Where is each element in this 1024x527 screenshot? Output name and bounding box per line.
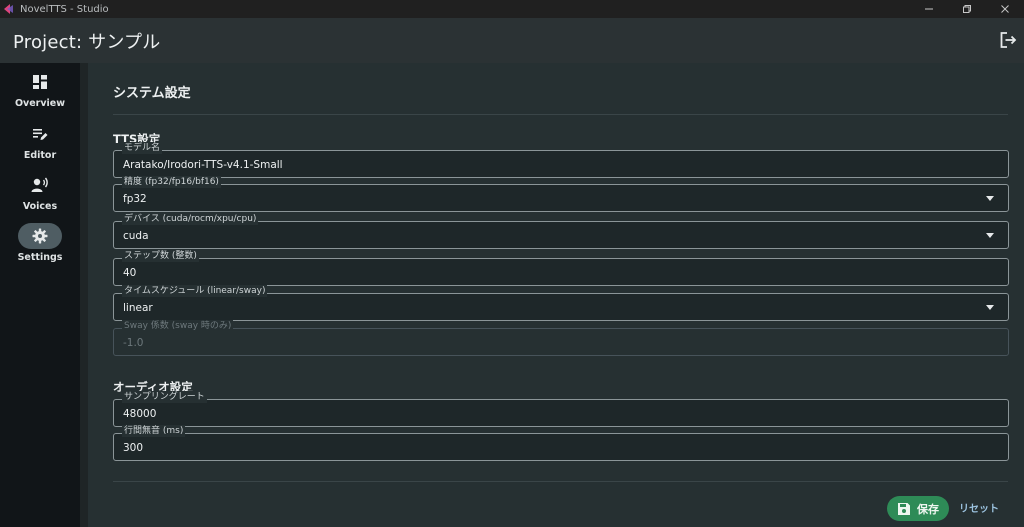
sidebar-icon-wrap [18, 121, 62, 147]
sidebar-item-label: Settings [17, 252, 63, 263]
logout-icon[interactable] [998, 30, 1018, 50]
field-value: cuda [123, 230, 149, 242]
floppy-save-icon [898, 502, 910, 515]
field-label: サンプリングレート [122, 391, 207, 403]
window-controls [910, 0, 1024, 18]
divider [113, 114, 1008, 115]
time-schedule-select[interactable]: タイムスケジュール (linear/sway) linear [113, 285, 1009, 321]
sidebar-item-settings[interactable]: Settings [0, 223, 80, 273]
field-label: Sway 係数 (sway 時のみ) [122, 320, 234, 332]
close-icon[interactable] [986, 0, 1024, 18]
sidebar-item-voices[interactable]: Voices [0, 172, 80, 222]
dashboard-icon [33, 75, 47, 89]
edit-list-icon [33, 129, 48, 140]
field-value: -1.0 [123, 337, 144, 349]
window-title: NovelTTS - Studio [20, 3, 109, 15]
app-logo-icon [4, 4, 13, 14]
field-value: 40 [123, 267, 137, 279]
save-button-label: 保存 [917, 502, 939, 516]
project-title: Project: サンプル [13, 31, 161, 53]
caret-down-icon [986, 196, 994, 201]
field-value: linear [123, 302, 153, 314]
sidebar-icon-wrap [18, 69, 62, 95]
sidebar-item-label: Editor [23, 150, 57, 161]
sidebar-icon-wrap [18, 172, 62, 198]
line-silence-field[interactable]: 行間無音 (ms) 300 [113, 425, 1009, 461]
minimize-icon[interactable] [910, 0, 948, 18]
restore-icon[interactable] [948, 0, 986, 18]
app-header: Project: サンプル [0, 18, 1024, 63]
reset-button[interactable]: リセット [959, 500, 999, 515]
sidebar-item-label: Overview [14, 98, 66, 109]
sway-coefficient-field: Sway 係数 (sway 時のみ) -1.0 [113, 320, 1009, 356]
sidebar-item-editor[interactable]: Editor [0, 121, 80, 171]
caret-down-icon [986, 233, 994, 238]
field-value: fp32 [123, 193, 147, 205]
voice-person-icon [31, 177, 48, 192]
sidebar: Overview Editor Voices Settings [0, 63, 80, 527]
gear-icon [32, 228, 48, 244]
precision-select[interactable]: 精度 (fp32/fp16/bf16) fp32 [113, 176, 1009, 212]
field-label: ステップ数 (整数) [122, 250, 199, 262]
steps-field[interactable]: ステップ数 (整数) 40 [113, 250, 1009, 286]
sidebar-item-label: Voices [22, 201, 58, 212]
field-label: モデル名 [122, 142, 163, 154]
page-title: システム設定 [113, 86, 191, 101]
field-label: タイムスケジュール (linear/sway) [122, 285, 268, 297]
settings-panel: システム設定 TTS設定 モデル名 Aratako/Irodori-TTS-v4… [88, 63, 1024, 527]
field-label: 行間無音 (ms) [122, 425, 186, 437]
field-value: 48000 [123, 408, 157, 420]
divider [113, 481, 1008, 482]
sampling-rate-field[interactable]: サンプリングレート 48000 [113, 391, 1009, 427]
sidebar-item-overview[interactable]: Overview [0, 69, 80, 119]
window-titlebar: NovelTTS - Studio [0, 0, 1024, 18]
device-select[interactable]: デバイス (cuda/rocm/xpu/cpu) cuda [113, 213, 1009, 249]
field-value: Aratako/Irodori-TTS-v4.1-Small [123, 159, 283, 171]
field-value: 300 [123, 442, 144, 454]
field-label: デバイス (cuda/rocm/xpu/cpu) [122, 213, 259, 225]
field-label: 精度 (fp32/fp16/bf16) [122, 176, 221, 188]
caret-down-icon [986, 305, 994, 310]
save-button[interactable]: 保存 [887, 496, 949, 521]
model-name-field[interactable]: モデル名 Aratako/Irodori-TTS-v4.1-Small [113, 142, 1009, 178]
sidebar-icon-wrap [18, 223, 62, 249]
